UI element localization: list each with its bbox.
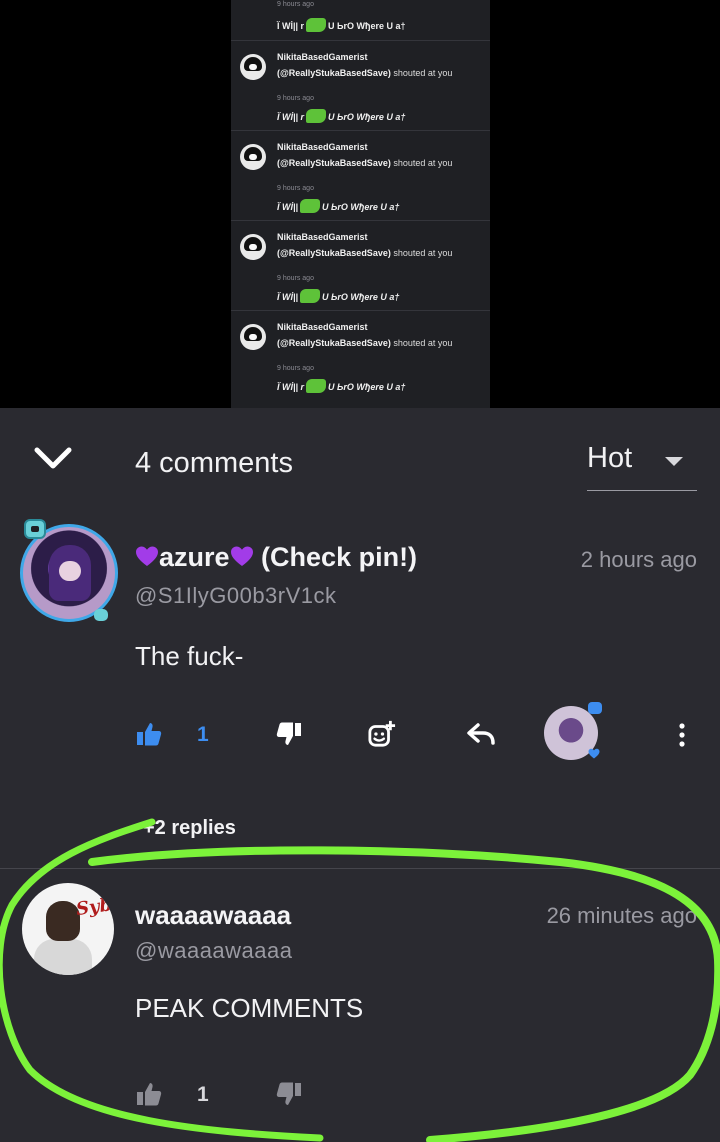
notification-line: (@ReallyStukaBasedSave) shouted at you [277,68,453,78]
notification-message: Ï Wİ|| U ЬrO Wђere U a† [277,289,399,303]
scribble-mark [300,199,321,213]
dislike-button[interactable] [275,714,303,754]
notification-time: 9 hours ago [277,275,314,282]
notification-item: NikitaBasedGamerist (@ReallyStukaBasedSa… [231,220,490,310]
notification-line: (@ReallyStukaBasedSave) shouted at you [277,158,453,168]
comment-item: Sybau waaaawaaaa 26 minutes ago @waaaawa… [0,868,720,1142]
notification-avatar [240,144,266,170]
notification-time: 9 hours ago [277,95,314,102]
sort-label: Hot [587,442,633,474]
avatar-sign-text: Sybau [74,890,114,921]
view-replies-link[interactable]: +2 replies [143,817,236,840]
notification-message: Ï Wİ|| rU ЬrO Wђere U a† [277,18,406,32]
like-count: 1 [197,1083,209,1106]
notification-item: NikitaBasedGamerist (@ReallyStukaBasedSa… [231,310,490,400]
dislike-button[interactable] [275,1074,303,1114]
caret-down-icon [665,457,683,466]
avatar-frame-decoration [94,609,108,621]
notification-name: NikitaBasedGamerist [277,322,368,332]
comment-time: 2 hours ago [580,547,697,572]
like-count: 1 [197,723,209,746]
comment-body: PEAK COMMENTS [135,993,364,1023]
comment-author[interactable]: azure (Check pin!) [135,542,417,573]
notification-name: NikitaBasedGamerist [277,232,368,242]
like-button[interactable] [135,1074,163,1114]
avatar[interactable]: Sybau [22,883,114,975]
sort-dropdown[interactable]: Hot [587,438,697,491]
speech-bubble-icon [588,702,602,714]
reaction-avatar[interactable] [544,702,602,760]
notification-line: (@ReallyStukaBasedSave) shouted at you [277,248,453,258]
notification-message: Ï Wİ|| rU ЬrO Wђere U a† [277,379,405,393]
chevron-down-icon[interactable] [33,444,73,472]
thumbs-up-icon [137,723,162,746]
thumbs-down-icon [276,1082,301,1105]
scribble-mark [300,289,321,303]
more-vertical-icon[interactable] [672,720,692,750]
avatar-frame-decoration [24,519,46,539]
embedded-screenshot: 9 hours ago Ï Wİ|| rU ЬrO Wђere U a† Nik… [0,0,720,408]
like-button[interactable] [135,714,163,754]
add-sticker-button[interactable] [368,714,396,754]
notification-line: (@ReallyStukaBasedSave) shouted at you [277,338,453,348]
comment-list: azure (Check pin!) 2 hours ago @S1IlyG00… [0,512,720,1142]
comment-body: The fuck- [135,641,244,671]
scribble-mark [306,18,327,32]
thumbs-down-icon [276,722,301,745]
thumbs-up-icon [137,1083,162,1106]
notification-message: Ï Wİ|| rU ЬrO Wђere U a† [277,109,405,123]
notification-item: NikitaBasedGamerist (@ReallyStukaBasedSa… [231,130,490,220]
notification-item: NikitaBasedGamerist (@ReallyStukaBasedSa… [231,40,490,130]
notification-avatar [240,324,266,350]
blue-heart-icon [588,748,600,759]
notification-avatar [240,54,266,80]
scribble-mark [306,109,327,123]
comment-item: azure (Check pin!) 2 hours ago @S1IlyG00… [0,512,720,868]
notification-name: NikitaBasedGamerist [277,52,368,62]
notification-time: 9 hours ago [277,365,314,372]
comment-time: 26 minutes ago [546,903,697,928]
notification-list: 9 hours ago Ï Wİ|| rU ЬrO Wђere U a† Nik… [231,0,490,408]
comments-header: 4 comments Hot [0,408,720,512]
comment-author[interactable]: waaaawaaaa [135,900,291,931]
notification-time: 9 hours ago [277,1,314,8]
comment-handle: @S1IlyG00b3rV1ck [135,583,337,608]
reply-button[interactable] [467,714,495,754]
comment-handle: @waaaawaaaa [135,938,293,963]
purple-heart-icon [230,546,253,566]
notification-message: Ï Wİ|| U ЬrO Wђere U a† [277,199,399,213]
sticker-add-icon [368,720,396,747]
comment-count: 4 comments [135,447,293,479]
notification-time: 9 hours ago [277,185,314,192]
notification-avatar [240,234,266,260]
purple-heart-icon [136,546,158,566]
reply-icon [467,723,495,745]
notification-name: NikitaBasedGamerist [277,142,368,152]
scribble-mark [306,379,327,393]
